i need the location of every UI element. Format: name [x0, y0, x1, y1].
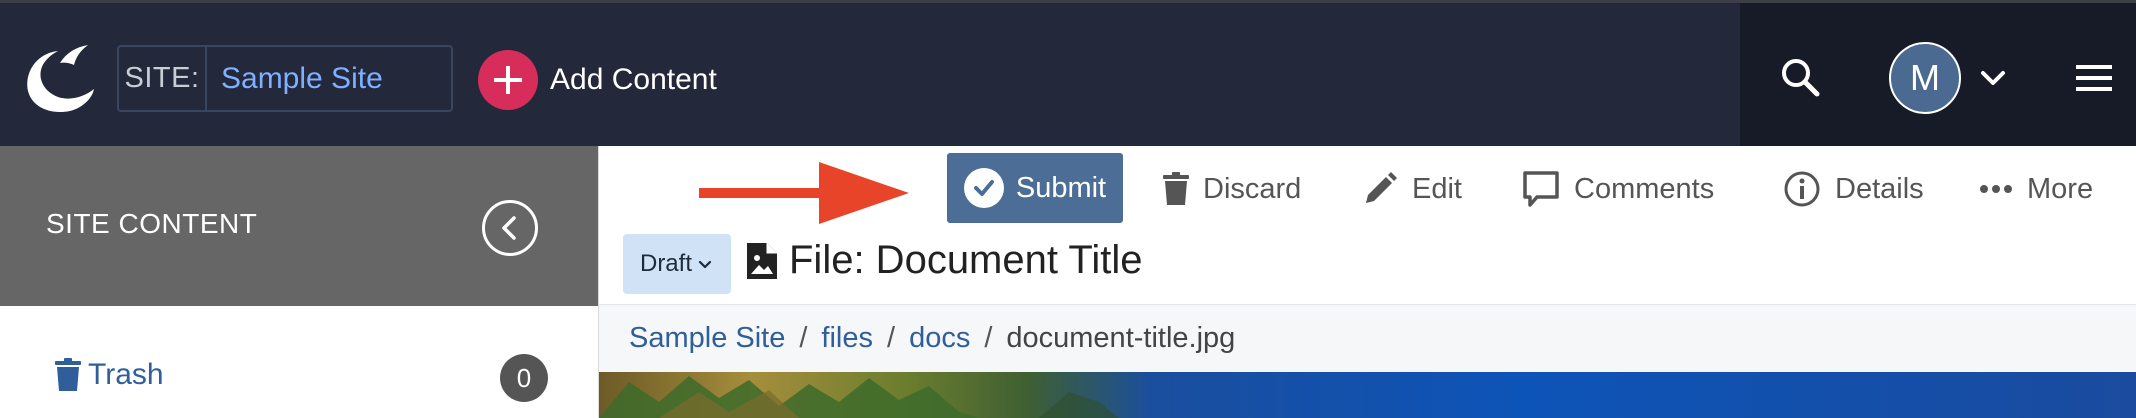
breadcrumb-separator: /: [887, 322, 896, 354]
more-dots-icon: [1980, 185, 2012, 193]
main-panel: Submit Discard Edit Comments Details Mor…: [598, 146, 2136, 418]
trash-icon: [55, 358, 81, 391]
page-title: File: Document Title: [789, 238, 1143, 282]
top-bar: SITE: Sample Site Add Content M: [0, 0, 2136, 149]
sidebar-title: SITE CONTENT: [46, 208, 258, 239]
comments-button[interactable]: Comments: [1522, 154, 1714, 224]
palm-leaves-image: [599, 376, 1119, 418]
submit-label: Submit: [1015, 171, 1107, 204]
sidebar-header: SITE CONTENT: [0, 146, 598, 306]
breadcrumb: Sample Site / files / docs / document-ti…: [599, 304, 2136, 372]
edit-label: Edit: [1412, 172, 1462, 205]
submit-button[interactable]: Submit: [947, 153, 1123, 223]
chevron-down-icon[interactable]: [1978, 63, 2008, 93]
chevron-left-icon: [502, 216, 516, 240]
add-content-button[interactable]: Add Content: [478, 50, 717, 110]
breadcrumb-item-docs[interactable]: docs: [909, 322, 970, 355]
trash-label: Trash: [88, 358, 164, 391]
breadcrumb-separator: /: [984, 322, 993, 354]
comments-label: Comments: [1574, 172, 1715, 205]
more-button[interactable]: More: [1979, 154, 2093, 224]
trash-icon: [1163, 172, 1189, 205]
breadcrumb-item-site[interactable]: Sample Site: [629, 322, 785, 355]
status-label: Draft: [639, 250, 692, 277]
menu-icon[interactable]: [2074, 61, 2114, 95]
comment-icon: [1523, 171, 1559, 207]
trash-count-badge: 0: [500, 354, 548, 402]
add-content-label: Add Content: [550, 63, 717, 96]
site-label: SITE:: [119, 47, 207, 110]
breadcrumb-separator: /: [799, 322, 808, 354]
file-image-icon: [747, 242, 777, 279]
breadcrumb-current: document-title.jpg: [1006, 322, 1236, 354]
check-circle-icon: [963, 168, 1004, 208]
avatar[interactable]: M: [1889, 42, 1961, 114]
collapse-sidebar-button[interactable]: [482, 200, 538, 256]
discard-label: Discard: [1203, 172, 1302, 205]
search-icon[interactable]: [1778, 55, 1822, 99]
chevron-down-icon: [698, 260, 712, 269]
site-selector[interactable]: SITE: Sample Site: [117, 45, 453, 112]
info-icon: [1784, 171, 1820, 207]
discard-button[interactable]: Discard: [1163, 154, 1301, 224]
crafter-logo-icon[interactable]: [20, 41, 96, 115]
breadcrumb-item-files[interactable]: files: [821, 322, 873, 355]
more-label: More: [2027, 172, 2094, 205]
image-preview: [599, 372, 2136, 418]
document-title-row: File: Document Title: [745, 238, 1142, 283]
details-button[interactable]: Details: [1783, 154, 1924, 224]
details-label: Details: [1835, 172, 1924, 205]
sidebar-body: Trash 0: [0, 306, 598, 418]
arrow-annotation-icon: [699, 162, 909, 224]
edit-button[interactable]: Edit: [1362, 154, 1462, 224]
status-dropdown[interactable]: Draft: [623, 234, 731, 294]
pencil-icon: [1366, 172, 1397, 203]
plus-icon: [478, 50, 538, 110]
site-name[interactable]: Sample Site: [207, 62, 383, 96]
sidebar-item-trash[interactable]: Trash: [54, 358, 164, 392]
